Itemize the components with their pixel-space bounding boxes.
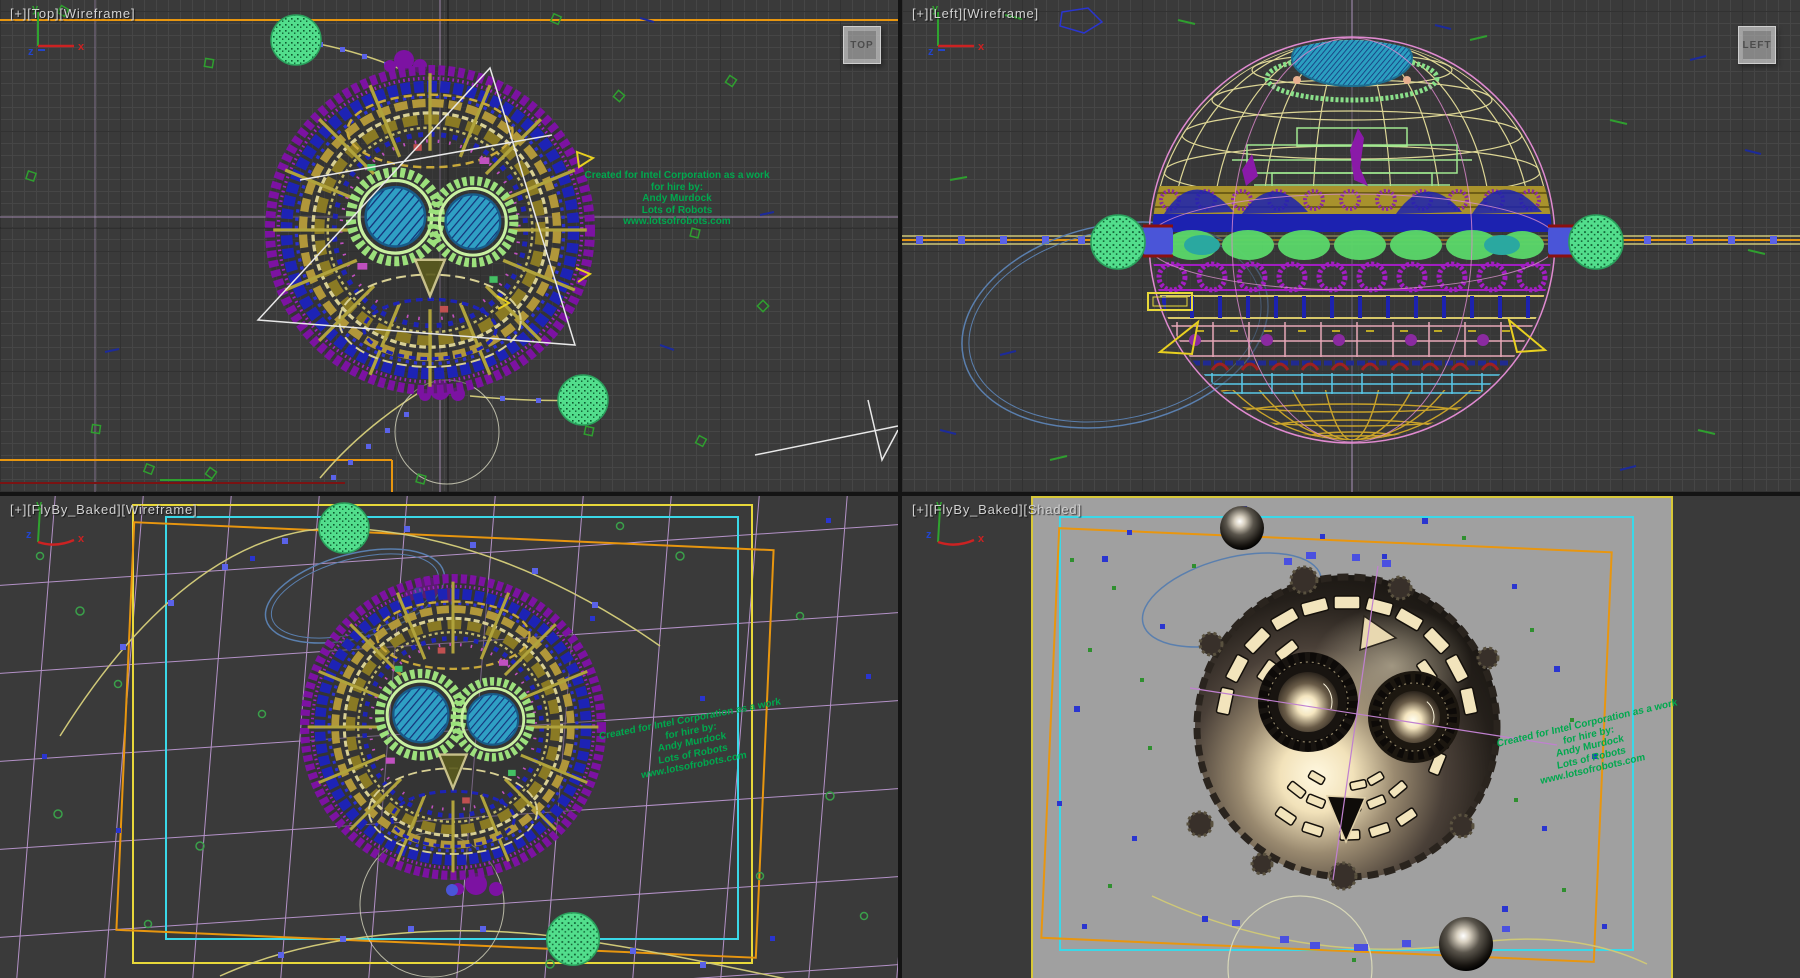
viewport-flyby-wireframe[interactable]: [+][FlyBy_Baked][Wireframe] Created for … [0, 496, 898, 978]
ball-eye-left [1258, 652, 1358, 752]
mini-sphere-top [1220, 506, 1264, 550]
viewport-label-flyby-shaded[interactable]: [+][FlyBy_Baked][Shaded] [912, 502, 1082, 517]
viewport-top-wireframe[interactable]: [+][Top][Wireframe] TOP Created for Inte… [0, 0, 898, 492]
viewport-flyby-shaded[interactable]: [+][FlyBy_Baked][Shaded] Created for Int… [902, 496, 1800, 978]
svg-text:x: x [978, 41, 985, 53]
viewport-label-left[interactable]: [+][Left][Wireframe] [912, 6, 1039, 21]
svg-text:x: x [78, 533, 85, 545]
svg-text:z: z [928, 46, 934, 58]
svg-text:x: x [978, 533, 985, 545]
ball-eye-right [1368, 671, 1460, 763]
viewcube-left[interactable]: LEFT [1738, 26, 1776, 64]
scene-left-wireframe [902, 0, 1800, 492]
viewport-layout: [+][Top][Wireframe] TOP Created for Inte… [0, 0, 1800, 978]
svg-text:z: z [26, 529, 32, 541]
viewcube-top[interactable]: TOP [843, 26, 881, 64]
scene-flyby-wireframe [0, 496, 898, 978]
sphere-left-view [1152, 30, 1552, 442]
scene-top-wireframe [0, 0, 898, 492]
scene-flyby-shaded [902, 496, 1800, 978]
viewport-left-wireframe[interactable]: [+][Left][Wireframe] LEFT y x z [902, 0, 1800, 492]
svg-text:x: x [78, 41, 85, 53]
viewport-label-flyby-wire[interactable]: [+][FlyBy_Baked][Wireframe] [10, 502, 197, 517]
svg-text:z: z [926, 529, 932, 541]
viewport-label-top[interactable]: [+][Top][Wireframe] [10, 6, 135, 21]
svg-text:z: z [28, 46, 34, 58]
mini-sphere-bottom [1439, 917, 1493, 971]
